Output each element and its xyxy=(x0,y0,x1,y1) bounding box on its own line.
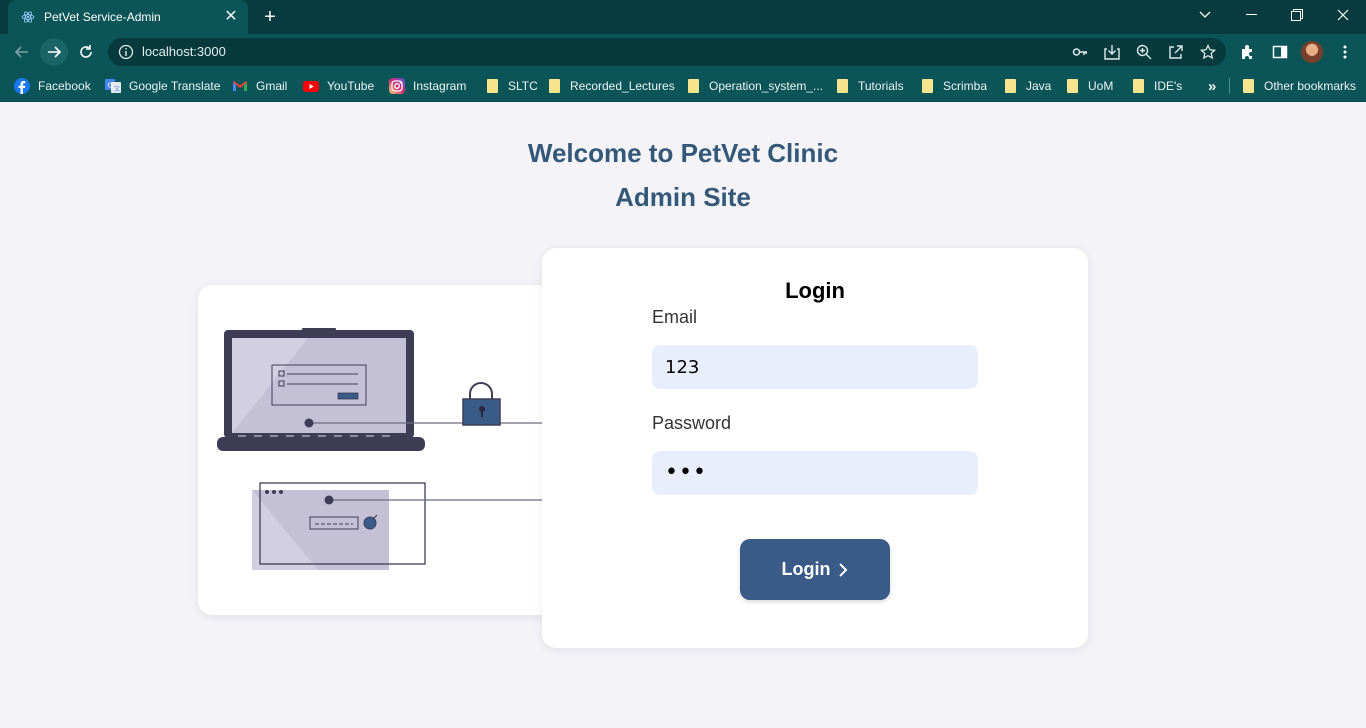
bookmark-folder-recorded-lectures[interactable]: Recorded_Lectures xyxy=(546,77,675,95)
laptop-illustration xyxy=(217,328,425,451)
google-translate-icon: G文 xyxy=(105,78,121,94)
bookmark-folder-uom[interactable]: UoM xyxy=(1064,77,1113,95)
login-card: Login Email Password ••• Login xyxy=(542,248,1088,648)
folder-icon xyxy=(1130,78,1146,94)
folder-icon xyxy=(1240,78,1256,94)
bookmark-label: Operation_system_... xyxy=(709,79,824,93)
bookmark-instagram[interactable]: Instagram xyxy=(389,77,466,95)
page-content: Welcome to PetVet Clinic Admin Site Logi… xyxy=(0,103,1366,728)
forward-button[interactable] xyxy=(40,38,68,66)
browser-tab[interactable]: PetVet Service-Admin ✕ xyxy=(8,0,248,34)
password-label: Password xyxy=(652,413,732,433)
svg-text:文: 文 xyxy=(114,85,120,93)
double-chevron-icon: » xyxy=(1208,77,1217,95)
login-title: Login xyxy=(785,278,845,303)
restore-button[interactable] xyxy=(1274,0,1320,30)
bookmark-folder-tutorials[interactable]: Tutorials xyxy=(834,77,904,95)
welcome-subheading: Admin Site xyxy=(615,182,751,212)
profile-avatar[interactable] xyxy=(1301,41,1323,63)
folder-icon xyxy=(1002,78,1018,94)
bookmark-folder-sltc[interactable]: SLTC xyxy=(484,77,538,95)
bookmark-folder-ides[interactable]: IDE's xyxy=(1130,77,1182,95)
folder-icon xyxy=(484,78,500,94)
site-info-icon[interactable] xyxy=(118,44,134,65)
browser-window-illustration xyxy=(252,482,426,570)
tab-search-chevron-icon[interactable] xyxy=(1182,0,1228,30)
bookmark-star-icon[interactable] xyxy=(1199,43,1217,60)
bookmark-label: YouTube xyxy=(327,79,375,93)
youtube-icon xyxy=(303,78,319,94)
tab-bar: PetVet Service-Admin ✕ + xyxy=(0,0,1366,34)
other-bookmarks[interactable]: Other bookmarks xyxy=(1240,77,1356,95)
gmail-icon xyxy=(232,78,248,94)
email-field[interactable] xyxy=(652,345,978,389)
bookmark-label: Google Translate xyxy=(129,79,221,93)
bookmark-youtube[interactable]: YouTube xyxy=(303,77,374,95)
bookmark-facebook[interactable]: Facebook xyxy=(14,77,91,95)
close-window-button[interactable] xyxy=(1320,0,1366,30)
tab-title: PetVet Service-Admin xyxy=(44,10,161,24)
bookmark-label: Instagram xyxy=(413,79,467,93)
email-label: Email xyxy=(652,307,698,327)
svg-text:G: G xyxy=(108,82,113,90)
bookmark-label: UoM xyxy=(1088,79,1114,93)
extensions-puzzle-icon[interactable] xyxy=(1240,44,1256,60)
close-tab-icon[interactable]: ✕ xyxy=(222,8,240,26)
padlock-icon xyxy=(462,382,501,426)
folder-icon xyxy=(685,78,701,94)
side-panel-icon[interactable] xyxy=(1272,44,1288,60)
new-tab-button[interactable]: + xyxy=(258,5,282,29)
other-bookmarks-label: Other bookmarks xyxy=(1264,79,1357,93)
install-icon[interactable] xyxy=(1104,44,1120,60)
bookmarks-divider xyxy=(1229,78,1230,94)
bookmark-label: Gmail xyxy=(256,79,288,93)
share-icon[interactable] xyxy=(1168,44,1184,60)
bookmark-label: Tutorials xyxy=(858,79,904,93)
back-button[interactable] xyxy=(8,38,36,66)
bookmarks-overflow-button[interactable]: » xyxy=(1208,77,1216,95)
back-arrow-icon xyxy=(14,46,28,58)
password-field[interactable]: ••• xyxy=(652,451,978,495)
instagram-icon xyxy=(389,78,405,94)
reload-icon xyxy=(80,45,92,58)
bookmark-folder-operation-system[interactable]: Operation_system_... xyxy=(685,77,823,95)
bookmark-folder-scrimba[interactable]: Scrimba xyxy=(919,77,987,95)
bookmark-label: SLTC xyxy=(508,79,538,93)
reload-button[interactable] xyxy=(72,38,100,66)
bookmark-label: Facebook xyxy=(38,79,91,93)
minimize-button[interactable] xyxy=(1228,0,1274,30)
zoom-icon[interactable] xyxy=(1136,44,1152,60)
react-icon xyxy=(20,9,36,25)
url-text: localhost:3000 xyxy=(142,44,226,59)
folder-icon xyxy=(1064,78,1080,94)
bookmark-google-translate[interactable]: G文 Google Translate xyxy=(105,77,220,95)
key-icon[interactable] xyxy=(1072,44,1088,60)
browser-toolbar: localhost:3000 xyxy=(0,34,1366,70)
folder-icon xyxy=(834,78,850,94)
bookmark-label: IDE's xyxy=(1154,79,1183,93)
folder-icon xyxy=(919,78,935,94)
welcome-heading: Welcome to PetVet Clinic xyxy=(527,138,839,168)
login-button-label: Login xyxy=(781,559,831,579)
kebab-menu-icon[interactable] xyxy=(1337,44,1353,60)
bookmarks-bar: Facebook G文 Google Translate Gmail YouTu… xyxy=(0,70,1366,102)
bookmark-label: Recorded_Lectures xyxy=(570,79,675,93)
login-button[interactable]: Login xyxy=(740,539,890,600)
address-bar[interactable]: localhost:3000 xyxy=(108,38,1226,66)
bookmark-gmail[interactable]: Gmail xyxy=(232,77,287,95)
forward-arrow-icon xyxy=(48,46,62,58)
facebook-icon xyxy=(14,78,30,94)
bookmark-label: Java xyxy=(1026,79,1052,93)
bookmark-label: Scrimba xyxy=(943,79,988,93)
chevron-right-icon xyxy=(838,562,848,578)
folder-icon xyxy=(546,78,562,94)
bookmark-folder-java[interactable]: Java xyxy=(1002,77,1051,95)
